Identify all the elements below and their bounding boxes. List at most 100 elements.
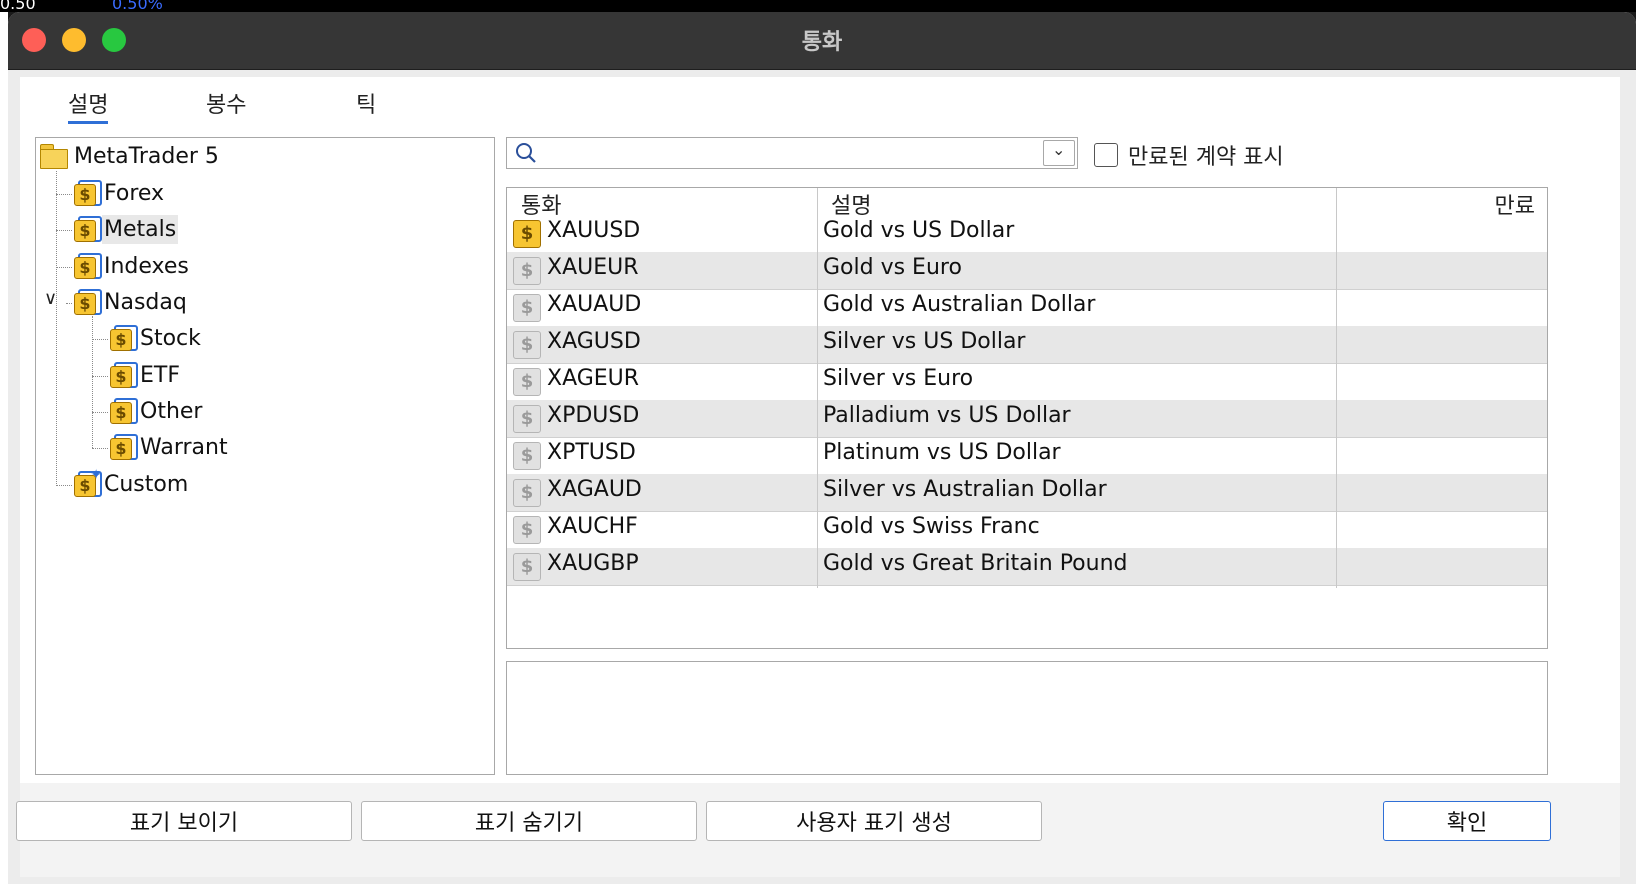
- tree-node-forex[interactable]: $ Forex: [74, 177, 166, 209]
- symbol-cell: XPDUSD: [547, 403, 640, 428]
- tree-line: [92, 412, 108, 413]
- symbol-inactive-icon: $: [513, 442, 541, 470]
- tree-node-label: ETF: [140, 362, 180, 388]
- search-input[interactable]: [543, 140, 1037, 166]
- symbol-group-icon: $: [110, 398, 138, 424]
- search-icon: [516, 143, 536, 163]
- show-expired-checkbox[interactable]: 만료된 계약 표시: [1094, 139, 1284, 171]
- tree-line: [56, 485, 72, 486]
- tree-node-nasdaq[interactable]: $ Nasdaq: [74, 286, 189, 318]
- tree-line: [56, 267, 72, 268]
- tree-node-etf[interactable]: $ ETF: [110, 359, 182, 391]
- symbol-cell: XAUGBP: [547, 551, 639, 576]
- description-cell: Palladium vs US Dollar: [823, 403, 1071, 428]
- symbol-group-icon: $: [110, 362, 138, 388]
- table-row[interactable]: $ XAUGBP Gold vs Great Britain Pound: [507, 548, 1547, 586]
- expand-chevron-icon[interactable]: ∨: [44, 288, 57, 309]
- tab-bars[interactable]: 봉수: [206, 87, 246, 121]
- table-row[interactable]: $ XAUCHF Gold vs Swiss Franc: [507, 511, 1547, 549]
- window-title: 통화: [801, 30, 843, 55]
- symbol-group-icon: $: [74, 180, 102, 206]
- column-divider: [817, 188, 818, 588]
- tree-node-label: Warrant: [140, 434, 228, 460]
- table-row[interactable]: $ XAUAUD Gold vs Australian Dollar: [507, 289, 1547, 327]
- symbol-group-icon: $: [110, 434, 138, 460]
- tab-bar: 설명 봉수 틱: [20, 77, 1620, 127]
- tree-line: [56, 194, 72, 195]
- checkbox-box[interactable]: [1094, 143, 1118, 167]
- description-cell: Silver vs US Dollar: [823, 329, 1026, 354]
- symbol-cell: XAGAUD: [547, 477, 642, 502]
- table-row[interactable]: $ XPTUSD Platinum vs US Dollar: [507, 437, 1547, 475]
- table-row[interactable]: $ XPDUSD Palladium vs US Dollar: [507, 400, 1547, 438]
- column-header-symbol[interactable]: 통화: [521, 188, 561, 219]
- dialog-content: 설명 봉수 틱 MetaTrader 5 $ Forex $ Metals $ …: [16, 77, 1620, 877]
- tree-node-stock[interactable]: $ Stock: [110, 322, 203, 354]
- description-cell: Gold vs Australian Dollar: [823, 292, 1096, 317]
- symbol-group-icon: $: [74, 253, 102, 279]
- tree-node-label: Nasdaq: [104, 289, 187, 315]
- symbol-cell: XAUAUD: [547, 292, 642, 317]
- background-chart-strip: 0.50 0.50%: [0, 0, 1636, 13]
- ok-button[interactable]: 확인: [1383, 801, 1551, 841]
- tree-node-label: Custom: [104, 471, 189, 497]
- show-symbol-button[interactable]: 표기 보이기: [16, 801, 352, 841]
- symbol-inactive-icon: $: [513, 294, 541, 322]
- description-cell: Gold vs Euro: [823, 255, 962, 280]
- table-row[interactable]: $ XAGUSD Silver vs US Dollar: [507, 326, 1547, 364]
- symbol-cell: XAGUSD: [547, 329, 641, 354]
- symbol-inactive-icon: $: [513, 257, 541, 285]
- tree-node-label: Indexes: [104, 253, 189, 279]
- symbol-active-icon: $: [513, 220, 541, 248]
- title-bar: 통화: [8, 12, 1636, 70]
- column-header-expiry[interactable]: 만료: [1495, 188, 1535, 219]
- table-row[interactable]: $ XAGEUR Silver vs Euro: [507, 363, 1547, 401]
- hide-symbol-button[interactable]: 표기 숨기기: [361, 801, 697, 841]
- symbol-inactive-icon: $: [513, 553, 541, 581]
- symbol-inactive-icon: $: [513, 479, 541, 507]
- symbol-inactive-icon: $: [513, 368, 541, 396]
- tab-ticks[interactable]: 틱: [356, 87, 376, 121]
- tree-node-indexes[interactable]: $ Indexes: [74, 250, 191, 282]
- symbols-table: 통화 설명 만료 $ XAUUSD Gold vs US Dollar $ XA…: [506, 187, 1548, 649]
- description-cell: Gold vs Swiss Franc: [823, 514, 1040, 539]
- table-row[interactable]: $ XAGAUD Silver vs Australian Dollar: [507, 474, 1547, 512]
- symbol-search-box: ⌄: [506, 137, 1078, 169]
- symbol-details-box: [506, 661, 1548, 775]
- symbol-inactive-icon: $: [513, 516, 541, 544]
- tree-node-label: Metals: [102, 214, 179, 244]
- tree-node-custom[interactable]: $ ✦ Custom: [74, 467, 190, 500]
- symbol-cell: XPTUSD: [547, 440, 636, 465]
- symbol-group-icon: $: [74, 289, 102, 315]
- tree-node-other[interactable]: $ Other: [110, 395, 204, 427]
- tree-node-metals[interactable]: $ Metals: [74, 213, 179, 245]
- symbol-cell: XAUCHF: [547, 514, 638, 539]
- tree-line: [92, 339, 108, 340]
- column-header-description[interactable]: 설명: [831, 188, 871, 219]
- tree-line: [56, 171, 57, 484]
- description-cell: Platinum vs US Dollar: [823, 440, 1061, 465]
- symbols-dialog: 통화 설명 봉수 틱 MetaTrader 5 $ Forex $ Metals…: [8, 12, 1636, 884]
- tree-node-warrant[interactable]: $ Warrant: [110, 431, 230, 463]
- show-expired-label: 만료된 계약 표시: [1128, 145, 1284, 170]
- symbol-cell: XAUEUR: [547, 255, 639, 280]
- column-divider: [1336, 188, 1337, 588]
- tree-line: [92, 376, 108, 377]
- symbol-group-icon: $: [110, 325, 138, 351]
- search-history-dropdown[interactable]: ⌄: [1043, 140, 1075, 166]
- symbol-inactive-icon: $: [513, 405, 541, 433]
- tree-node-label: Forex: [104, 180, 165, 206]
- description-cell: Gold vs US Dollar: [823, 218, 1015, 243]
- description-cell: Gold vs Great Britain Pound: [823, 551, 1128, 576]
- chevron-down-icon: ⌄: [1052, 140, 1066, 159]
- tree-node-label: MetaTrader 5: [74, 143, 219, 169]
- tree-line: [92, 448, 108, 449]
- table-row[interactable]: $ XAUUSD Gold vs US Dollar: [507, 215, 1547, 253]
- tab-description[interactable]: 설명: [68, 87, 109, 124]
- tree-node-root[interactable]: MetaTrader 5: [40, 140, 221, 172]
- symbol-group-icon: $: [74, 216, 102, 242]
- create-custom-symbol-button[interactable]: 사용자 표기 생성: [706, 801, 1042, 841]
- symbol-tree[interactable]: MetaTrader 5 $ Forex $ Metals $ Indexes …: [35, 137, 495, 775]
- tree-node-label: Other: [140, 398, 203, 424]
- table-row[interactable]: $ XAUEUR Gold vs Euro: [507, 252, 1547, 290]
